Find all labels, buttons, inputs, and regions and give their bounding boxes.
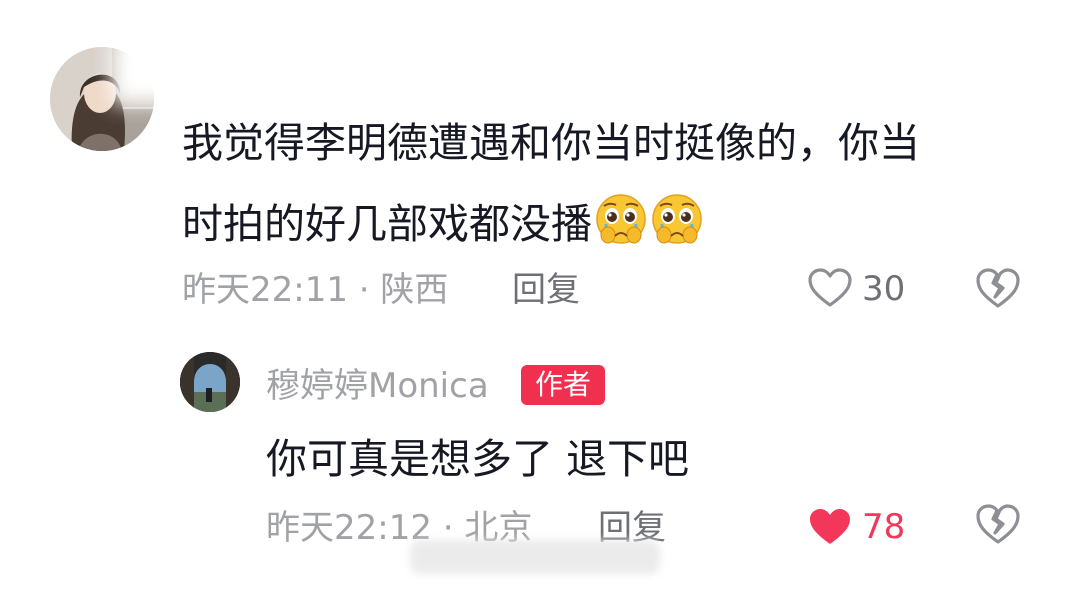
comment-time: 昨天22:11 bbox=[182, 270, 348, 310]
reply-text: 你可真是想多了 退下吧 bbox=[266, 435, 690, 483]
heart-filled-icon bbox=[810, 509, 850, 544]
comment-text-line1: 我觉得李明德遭遇和你当时挺像的，你当 bbox=[182, 119, 920, 167]
like-count: 30 bbox=[862, 269, 906, 309]
meta-separator: · bbox=[358, 270, 370, 310]
comment-thread: 我觉得李明德遭遇和你当时挺像的，你当 时拍的好几部戏都没播 昨天22:11 · … bbox=[0, 0, 1080, 589]
like-count: 78 bbox=[862, 507, 906, 547]
watermark-blurred bbox=[410, 540, 660, 574]
commenter-name-blurred bbox=[112, 36, 282, 104]
pleading-face-icon bbox=[650, 192, 704, 246]
author-name[interactable]: 穆婷婷Monica bbox=[266, 362, 489, 410]
dislike-button[interactable] bbox=[974, 500, 1022, 548]
author-badge: 作者 bbox=[521, 365, 605, 405]
comment-location: 陕西 bbox=[380, 270, 449, 310]
like-button[interactable]: 30 bbox=[806, 265, 905, 313]
broken-heart-icon bbox=[976, 268, 1020, 308]
like-button-active[interactable]: 78 bbox=[806, 503, 905, 551]
comment-meta: 昨天22:11 · 陕西 bbox=[182, 268, 448, 312]
comment-text-line2: 时拍的好几部戏都没播 bbox=[182, 200, 592, 248]
heart-outline-icon bbox=[808, 268, 852, 307]
pleading-face-icon bbox=[594, 192, 648, 246]
dislike-button[interactable] bbox=[974, 264, 1022, 312]
reply-button[interactable]: 回复 bbox=[512, 268, 580, 312]
author-avatar[interactable] bbox=[180, 352, 240, 412]
author-avatar-image bbox=[180, 352, 240, 412]
broken-heart-icon bbox=[976, 504, 1020, 544]
comment-text: 我觉得李明德遭遇和你当时挺像的，你当 时拍的好几部戏都没播 bbox=[182, 116, 1012, 251]
reply-time: 昨天22:12 bbox=[266, 508, 432, 548]
